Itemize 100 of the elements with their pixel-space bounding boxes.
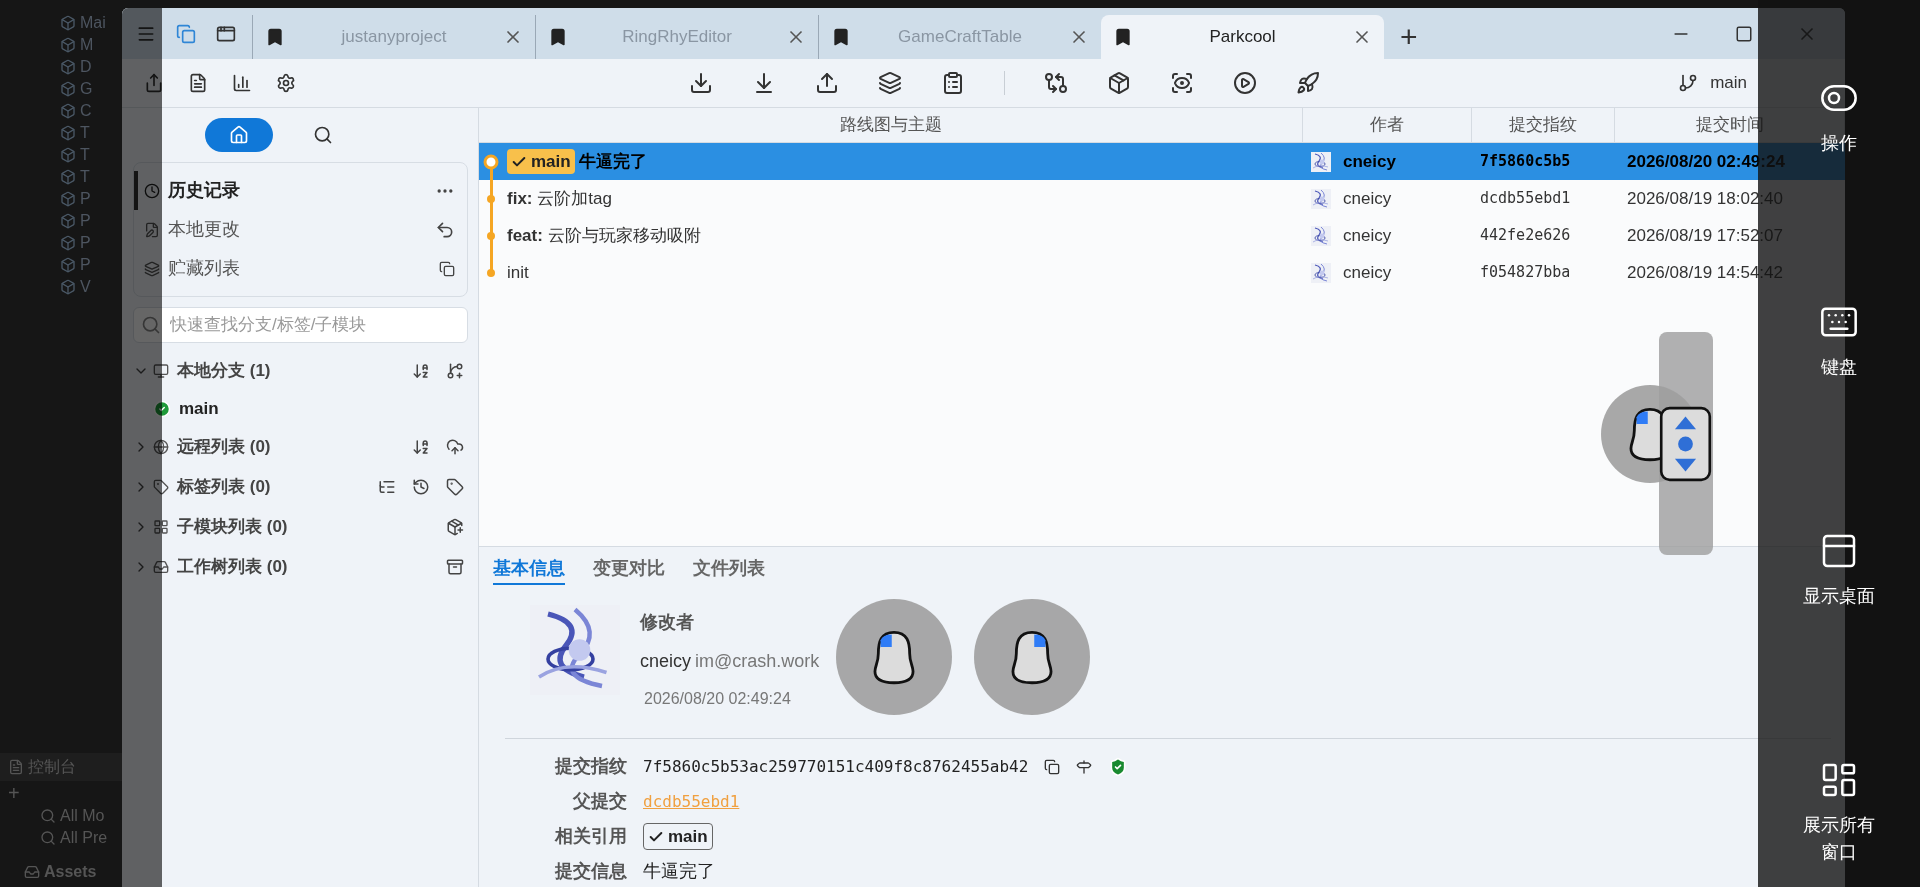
hierarchy-item[interactable]: P [80,186,91,211]
sort-icon[interactable] [412,438,430,456]
upload-icon[interactable] [815,71,839,95]
download-icon[interactable] [689,71,713,95]
commit-subject: fix: 云阶加tag [507,187,612,210]
hierarchy-item[interactable]: P [80,230,91,255]
detail-tab[interactable]: 变更对比 [593,555,665,585]
hierarchy-item[interactable]: V [80,274,91,299]
play-icon[interactable] [1233,71,1257,95]
add-package-icon[interactable] [446,518,464,536]
branch-item[interactable]: main [179,396,219,422]
author-cell-text: cneicy [1343,261,1392,284]
column-header[interactable]: 作者 [1303,108,1472,142]
hierarchy-item[interactable]: T [80,120,90,145]
view-item[interactable]: 历史记录 [134,171,467,210]
new-tag-icon[interactable] [446,478,464,496]
cube-icon [60,234,76,251]
tags-group-icon [153,479,169,495]
cloud-icon[interactable] [446,438,464,456]
detail-tab[interactable]: 文件列表 [693,555,765,585]
cube-icon [60,278,76,295]
column-header[interactable]: 路线图与主题 [479,108,1303,142]
scan-icon[interactable] [1170,71,1194,95]
undo-icon[interactable] [435,219,455,240]
hierarchy-item[interactable]: Mai [80,10,106,35]
stashes-icon [144,260,160,277]
hierarchy-item[interactable]: M [80,32,94,57]
hierarchy-item[interactable]: T [80,142,90,167]
cube-icon [60,190,76,207]
history-icon[interactable] [412,478,430,496]
group-label[interactable]: 远程列表 (0) [177,434,408,460]
hierarchy-item[interactable]: D [80,54,92,79]
copy-icon[interactable] [1044,758,1061,775]
settings-icon[interactable] [276,73,296,93]
left-click-icon [871,629,917,685]
panel-label[interactable]: 键盘 [1802,354,1876,381]
cube-icon [60,146,76,163]
group-label[interactable]: 标签列表 (0) [177,474,374,500]
new-branch-icon[interactable] [446,362,464,380]
maximize-icon[interactable] [1735,24,1753,43]
repo-tab[interactable]: justanyproject [252,15,535,59]
commit-sha: 7f5860c5b53ac259770151c409f8c8762455ab42 [643,755,1029,778]
rocket-icon[interactable] [1296,71,1320,95]
group-label[interactable]: 子模块列表 (0) [177,514,442,540]
current-branch[interactable]: main [1710,70,1747,96]
folder-icon [24,864,40,880]
sha-cell-text: 7f5860c5b5 [1479,151,1572,173]
commit-subject: 牛逼完了 [578,150,647,173]
cube-icon [60,256,76,273]
log-file-icon[interactable] [188,73,208,93]
view-item[interactable]: 本地更改 [134,210,467,249]
author-cell-text: cneicy [1343,187,1392,210]
sha-cell-text: dcdb55ebd1 [1479,188,1572,210]
panel-label[interactable]: 展示所有窗口 [1802,812,1876,866]
branches-group-icon [153,363,169,379]
commit-subject: feat: 云阶与玩家移动吸附 [507,224,701,247]
layers-icon[interactable] [878,71,902,95]
search-icon [40,830,56,846]
cube-icon [60,102,76,119]
compare-icon[interactable] [1044,71,1068,95]
tree-view-icon[interactable] [378,478,396,496]
add-worktree-icon[interactable] [446,558,464,576]
hierarchy-item[interactable]: P [80,252,91,277]
bar-chart-icon[interactable] [232,73,252,93]
home-button[interactable] [204,118,273,152]
filter-item[interactable]: All Pre [60,826,108,850]
hierarchy-item[interactable]: G [80,76,93,101]
cube-icon [60,36,76,53]
view-item[interactable]: 贮藏列表 [134,249,467,288]
repo-tab[interactable]: GameCraftTable [818,15,1101,59]
add-button[interactable]: + [0,781,122,805]
panel-label[interactable]: 显示桌面 [1802,583,1876,610]
clear-stashes-icon[interactable] [439,260,455,277]
new-tab-button[interactable]: + [1384,15,1434,59]
verified-shield-icon [1108,756,1129,777]
branch-badge: main [507,148,575,175]
hierarchy-item[interactable]: P [80,208,91,233]
history-icon [144,182,160,199]
detail-tab[interactable]: 基本信息 [493,555,565,585]
repo-tab[interactable]: Parkcool [1101,15,1384,59]
hierarchy-item[interactable]: C [80,98,92,123]
search-field[interactable]: 快速查找分支/标签/子模块 [133,307,468,343]
cube-icon [60,124,76,141]
branch-icon[interactable] [1678,73,1699,93]
signpost-icon[interactable] [1076,758,1093,775]
console-icon [8,759,24,775]
commit-message: 牛逼完了 [643,860,715,883]
hierarchy-item[interactable]: T [80,164,90,189]
filter-item[interactable]: All Mo [60,804,105,828]
ref-badge: main [643,822,713,851]
repo-tab[interactable]: RingRhyEditor [535,15,818,59]
group-label[interactable]: 工作树列表 (0) [177,554,442,580]
group-label[interactable]: 本地分支 (1) [177,358,408,384]
column-header[interactable]: 提交指纹 [1472,108,1615,142]
clipboard-icon[interactable] [941,71,965,95]
package-icon[interactable] [1107,71,1131,95]
share-icon[interactable] [144,73,164,93]
assets-folder[interactable]: Assets [44,860,97,884]
sort-icon[interactable] [412,362,430,380]
author-email: im@crash.work [695,650,820,673]
